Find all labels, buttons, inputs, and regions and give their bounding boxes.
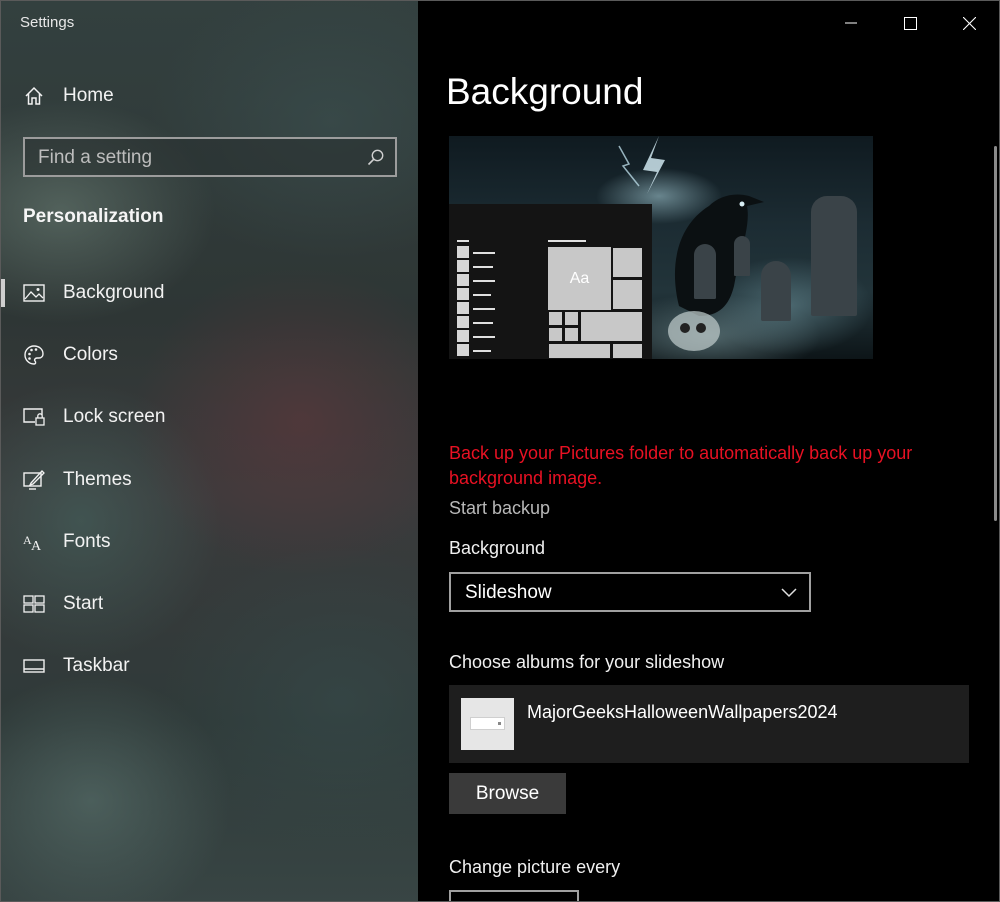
preview-tile <box>612 247 643 278</box>
minimize-button[interactable] <box>822 1 880 45</box>
home-icon <box>23 85 45 107</box>
sidebar-item-fonts[interactable]: AA Fonts <box>1 520 418 564</box>
lock-screen-icon <box>23 406 45 428</box>
sidebar-item-colors[interactable]: Colors <box>1 333 418 377</box>
sidebar-item-background[interactable]: Background <box>1 271 418 315</box>
themes-icon <box>23 469 45 491</box>
preview-tile-large: Aa <box>548 247 611 310</box>
taskbar-icon <box>23 655 45 677</box>
tombstone-graphic <box>811 196 857 316</box>
sidebar: Settings Home Personalization Background <box>1 1 418 901</box>
start-backup-link[interactable]: Start backup <box>449 498 550 519</box>
window-title: Settings <box>20 14 75 31</box>
preview-list-line <box>457 240 469 242</box>
sidebar-item-label: Home <box>63 85 114 106</box>
preview-list-line <box>473 294 491 296</box>
preview-tile <box>548 343 611 359</box>
preview-tile <box>548 327 563 342</box>
preview-desktop-mockup: Aa <box>449 204 652 359</box>
tombstone-graphic <box>694 244 716 299</box>
sidebar-item-start[interactable]: Start <box>1 582 418 626</box>
sidebar-item-lock-screen[interactable]: Lock screen <box>1 395 418 439</box>
preview-app-tile <box>457 260 469 272</box>
sidebar-item-label: Fonts <box>63 531 111 552</box>
preview-app-tile <box>457 316 469 328</box>
sidebar-item-label: Taskbar <box>63 655 130 676</box>
background-label: Background <box>449 538 546 558</box>
browse-button[interactable]: Browse <box>449 773 566 814</box>
page-title: Background <box>446 71 644 112</box>
preview-list-line <box>473 280 495 282</box>
tombstone-graphic <box>761 261 791 321</box>
preview-list-line <box>473 322 493 324</box>
tombstone-graphic <box>734 236 750 276</box>
change-picture-dropdown[interactable] <box>449 890 579 901</box>
change-picture-label: Change picture every <box>449 857 621 877</box>
preview-list-line <box>473 350 491 352</box>
background-preview: Aa <box>449 136 873 359</box>
preview-tile <box>564 311 579 326</box>
preview-list-line <box>473 252 495 254</box>
preview-app-tile <box>457 288 469 300</box>
sidebar-item-label: Themes <box>63 469 132 490</box>
preview-list-line <box>548 240 586 242</box>
background-dropdown-value: Slideshow <box>465 582 552 603</box>
picture-icon <box>23 282 45 304</box>
sidebar-item-label: Lock screen <box>63 406 166 427</box>
preview-list-line <box>473 266 493 268</box>
preview-list-line <box>473 336 495 338</box>
start-icon <box>23 593 45 615</box>
maximize-button[interactable] <box>881 1 939 45</box>
backup-warning: Back up your Pictures folder to automati… <box>449 443 913 488</box>
preview-tile <box>612 279 643 310</box>
background-dropdown[interactable]: Slideshow <box>449 572 811 612</box>
palette-icon <box>23 344 45 366</box>
preview-tile <box>580 311 643 342</box>
album-item[interactable]: MajorGeeksHalloweenWallpapers2024 <box>449 685 969 763</box>
search-box[interactable] <box>23 137 397 177</box>
sidebar-item-themes[interactable]: Themes <box>1 458 418 502</box>
chevron-down-icon <box>781 585 797 603</box>
sidebar-item-taskbar[interactable]: Taskbar <box>1 644 418 688</box>
close-button[interactable] <box>940 1 998 45</box>
section-heading: Personalization <box>23 206 164 227</box>
main-pane: Background Aa Back up your Pictures fold… <box>418 1 999 901</box>
albums-label: Choose albums for your slideshow <box>449 652 725 672</box>
search-icon[interactable] <box>367 148 385 171</box>
preview-app-tile <box>457 344 469 356</box>
preview-app-tile <box>457 330 469 342</box>
settings-window: Settings Home Personalization Background <box>0 0 1000 902</box>
album-folder-icon <box>461 698 514 750</box>
search-input[interactable] <box>25 139 370 177</box>
selection-indicator <box>1 279 5 307</box>
preview-tile <box>612 343 643 359</box>
scrollbar[interactable] <box>994 146 997 521</box>
preview-app-tile <box>457 246 469 258</box>
sidebar-item-label: Start <box>63 593 104 614</box>
preview-app-tile <box>457 302 469 314</box>
sidebar-item-label: Background <box>63 282 165 303</box>
album-name: MajorGeeksHalloweenWallpapers2024 <box>527 702 838 722</box>
svg-text:A: A <box>31 539 42 552</box>
preview-tile <box>564 327 579 342</box>
minimize-icon <box>845 22 857 24</box>
sidebar-item-home[interactable]: Home <box>1 74 418 118</box>
preview-tile <box>548 311 563 326</box>
maximize-icon <box>903 16 917 30</box>
sidebar-item-label: Colors <box>63 344 118 365</box>
fonts-icon: AA <box>23 531 45 553</box>
preview-list-line <box>473 308 495 310</box>
close-icon <box>962 16 976 30</box>
preview-app-tile <box>457 274 469 286</box>
